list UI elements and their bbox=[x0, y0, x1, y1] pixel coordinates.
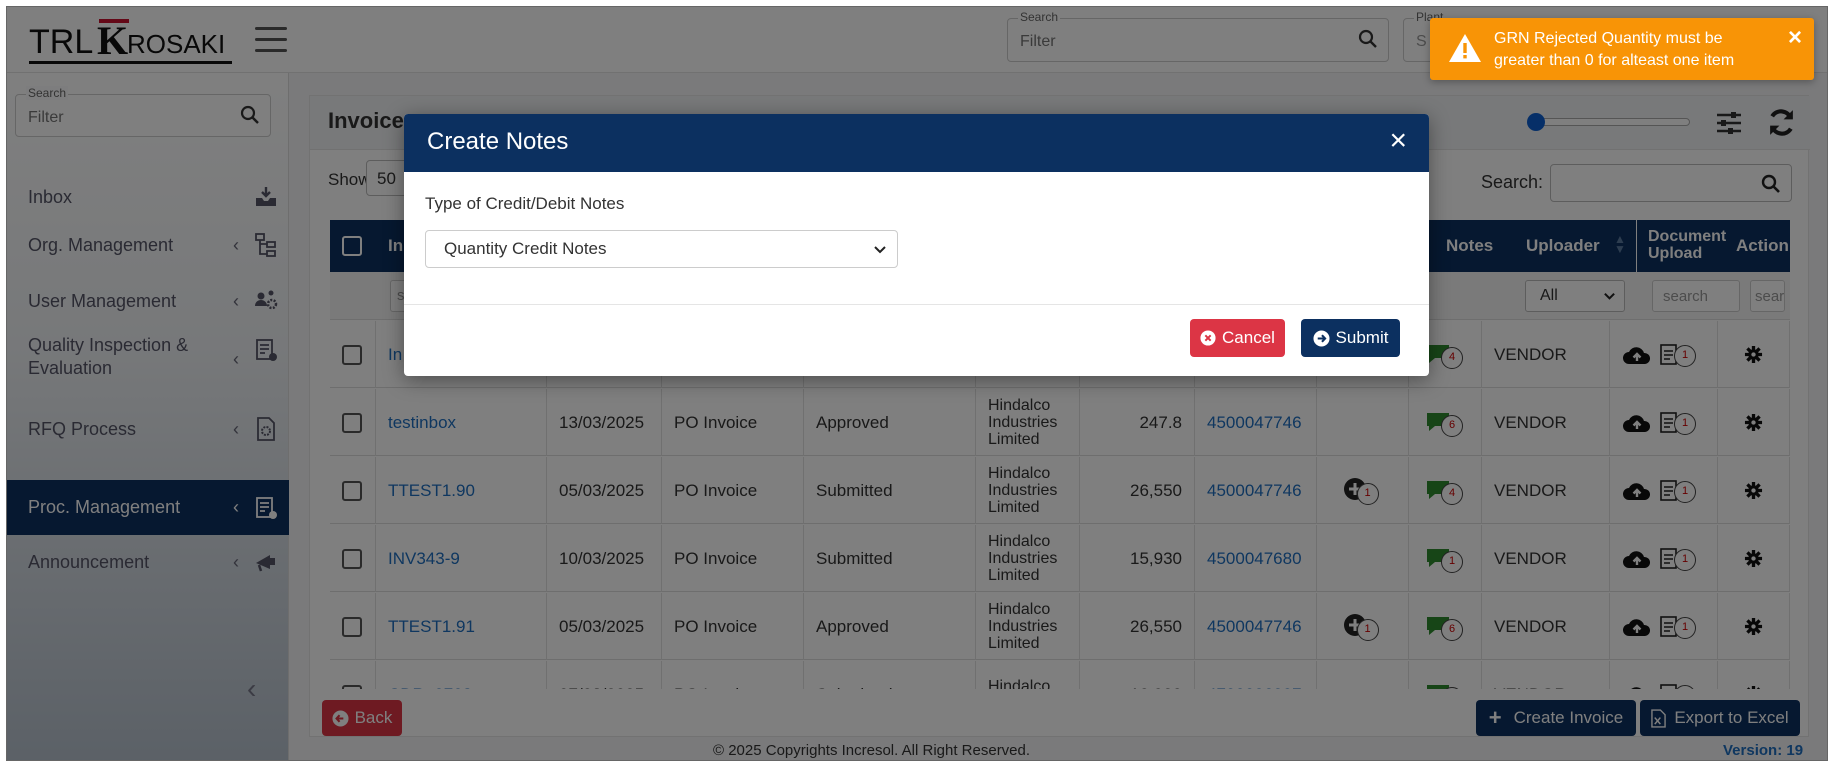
warning-toast: GRN Rejected Quantity must be greater th… bbox=[1430, 18, 1814, 80]
submit-button-label: Submit bbox=[1335, 328, 1389, 347]
note-type-select[interactable]: Quantity Credit Notes bbox=[425, 230, 898, 268]
x-circle-icon bbox=[1200, 330, 1216, 346]
create-notes-modal: Create Notes × Type of Credit/Debit Note… bbox=[404, 114, 1429, 376]
modal-header: Create Notes × bbox=[404, 114, 1429, 172]
modal-body: Type of Credit/Debit Notes Quantity Cred… bbox=[404, 172, 1429, 304]
close-icon[interactable]: × bbox=[1389, 126, 1407, 156]
note-type-value: Quantity Credit Notes bbox=[444, 239, 607, 258]
warning-triangle-icon bbox=[1449, 34, 1481, 62]
close-icon[interactable]: × bbox=[1788, 24, 1802, 52]
cancel-button[interactable]: Cancel bbox=[1190, 319, 1285, 357]
arrow-right-circle-icon bbox=[1313, 329, 1330, 347]
toast-message: GRN Rejected Quantity must be greater th… bbox=[1494, 30, 1735, 69]
submit-button[interactable]: Submit bbox=[1301, 319, 1400, 357]
note-type-label: Type of Credit/Debit Notes bbox=[425, 194, 625, 213]
chevron-down-icon bbox=[874, 246, 886, 254]
modal-title: Create Notes bbox=[427, 128, 569, 155]
cancel-button-label: Cancel bbox=[1222, 328, 1275, 347]
modal-footer: Cancel Submit bbox=[404, 304, 1429, 376]
